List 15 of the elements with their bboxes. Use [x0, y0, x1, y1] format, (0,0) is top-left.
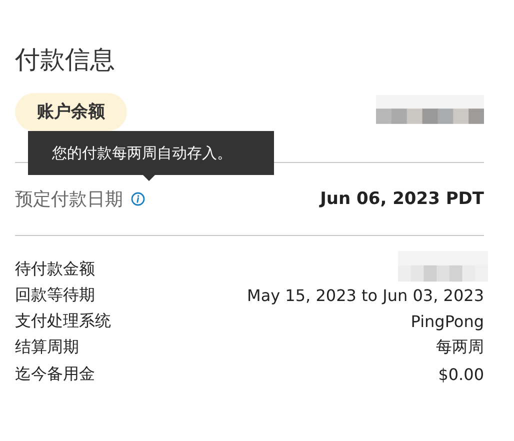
field-label: 回款等待期	[15, 284, 95, 306]
value-text: May 15, 2023 to Jun 03, 2023	[247, 286, 484, 305]
date-label: 预定付款日期	[15, 188, 123, 211]
page-title: 付款信息	[15, 44, 116, 76]
field-label: 迄今备用金	[15, 364, 95, 385]
value-text: $0.00	[438, 364, 484, 384]
tooltip: 您的付款每两周自动存入。	[28, 131, 274, 181]
balance-badge: 账户余额	[15, 93, 127, 131]
value-text: PingPong	[410, 312, 484, 331]
info-icon[interactable]	[131, 192, 145, 206]
field-label: 结算周期	[15, 337, 79, 358]
date-value: Jun 06, 2023 PDT	[320, 189, 484, 209]
field-label: 待付款金额	[15, 258, 95, 280]
field-label: 支付处理系统	[15, 310, 111, 332]
value-text: 每两周	[436, 337, 484, 358]
